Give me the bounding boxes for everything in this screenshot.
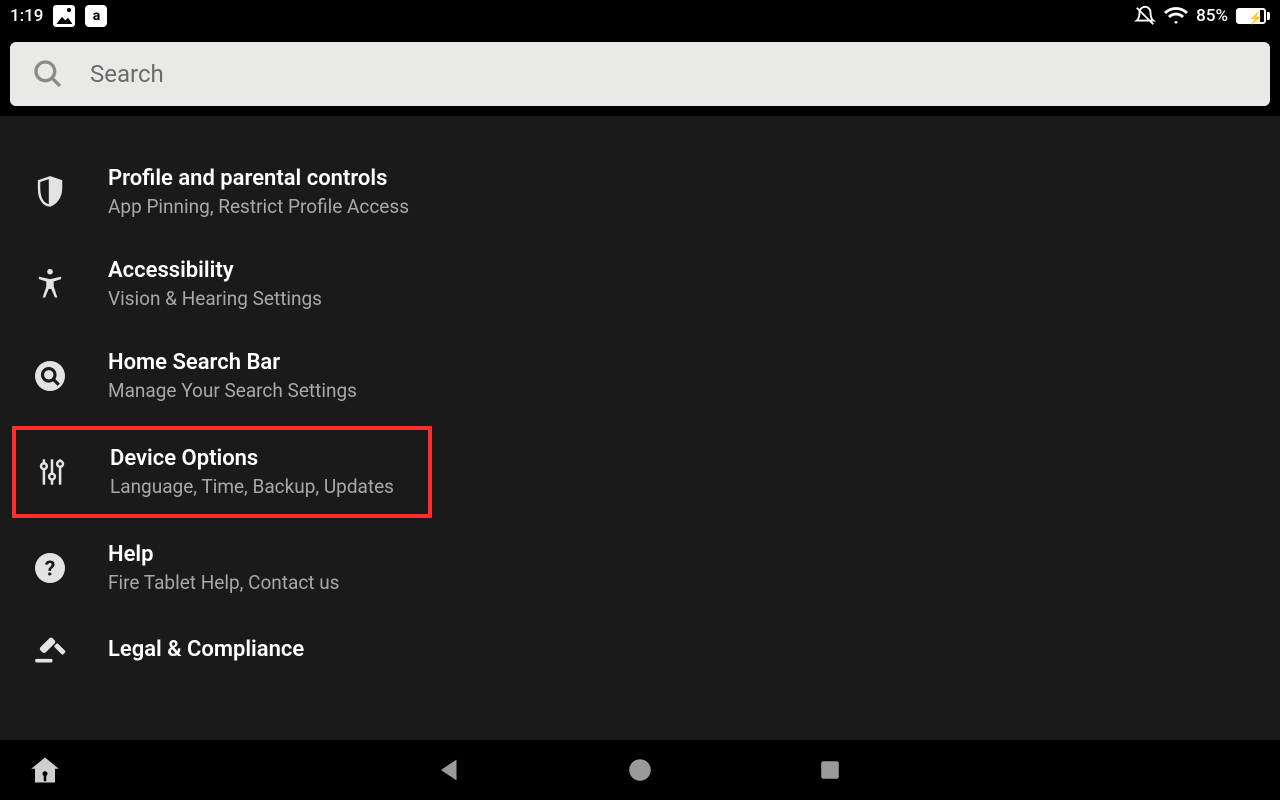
item-sub: App Pinning, Restrict Profile Access [108, 195, 409, 218]
item-sub: Manage Your Search Settings [108, 379, 357, 402]
question-icon: ? [30, 553, 70, 583]
sliders-icon [32, 457, 72, 487]
shield-icon [30, 175, 70, 209]
search-input[interactable] [90, 60, 1248, 88]
navigation-bar [0, 740, 1280, 800]
status-bar: 1:19 a 85% ⚡ [0, 0, 1280, 32]
settings-item-device-options[interactable]: Device Options Language, Time, Backup, U… [12, 426, 432, 518]
search-wrap [0, 32, 1280, 116]
item-sub: Vision & Hearing Settings [108, 287, 322, 310]
search-circle-icon [30, 361, 70, 391]
settings-item-help[interactable]: ? Help Fire Tablet Help, Contact us [0, 522, 1280, 614]
dnd-silenced-icon [1134, 5, 1156, 27]
home-button[interactable] [30, 755, 60, 785]
item-title: Device Options [110, 446, 394, 471]
battery-pct: 85% [1196, 6, 1228, 26]
search-icon [32, 58, 64, 90]
settings-item-home-search[interactable]: Home Search Bar Manage Your Search Setti… [0, 330, 1280, 422]
settings-item-legal[interactable]: Legal & Compliance [0, 614, 1280, 684]
accessibility-icon [30, 268, 70, 300]
battery-icon: ⚡ [1236, 8, 1270, 24]
item-title: Help [108, 542, 340, 567]
amazon-app-icon: a [85, 5, 107, 27]
status-time: 1:19 [10, 6, 43, 26]
search-bar[interactable] [10, 42, 1270, 106]
settings-item-profile[interactable]: Profile and parental controls App Pinnin… [0, 146, 1280, 238]
item-title: Legal & Compliance [108, 637, 304, 662]
item-title: Home Search Bar [108, 350, 357, 375]
item-sub: Fire Tablet Help, Contact us [108, 571, 340, 594]
nav-home-button[interactable] [625, 755, 655, 785]
item-title: Profile and parental controls [108, 166, 409, 191]
settings-list: Profile and parental controls App Pinnin… [0, 116, 1280, 740]
back-button[interactable] [435, 755, 465, 785]
item-sub: Language, Time, Backup, Updates [110, 475, 394, 498]
svg-text:?: ? [45, 557, 56, 582]
gavel-icon [30, 634, 70, 664]
item-title: Accessibility [108, 258, 322, 283]
photos-app-icon [53, 5, 75, 27]
wifi-icon [1164, 6, 1188, 26]
recents-button[interactable] [815, 755, 845, 785]
settings-item-accessibility[interactable]: Accessibility Vision & Hearing Settings [0, 238, 1280, 330]
